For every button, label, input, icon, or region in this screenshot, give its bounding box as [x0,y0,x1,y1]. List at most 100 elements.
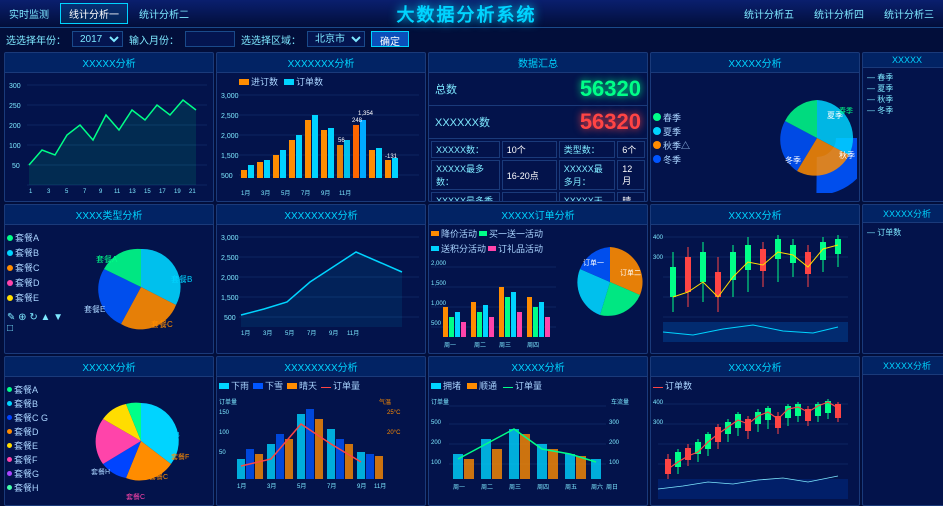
legend-orders-s: 订单数 [653,379,692,392]
tab-stat4[interactable]: 统计分析四 [805,3,873,24]
svg-text:2,000: 2,000 [221,275,239,282]
svg-text:秋季: 秋季 [839,150,855,160]
year-select[interactable]: 2017 [72,31,123,47]
svg-text:套餐B: 套餐B [171,274,192,284]
meal-pie-svg: 套餐A 套餐B 套餐C 套餐E [66,227,211,347]
table-row: XXXXX最多数：16-20点 XXXXX最多月：12月 [431,160,645,190]
svg-text:300: 300 [609,420,620,426]
panel-stock: XXXXX分析 订单数 400 300 [650,356,860,506]
svg-text:5: 5 [65,189,69,195]
panel-transport-title: XXXXX分析 [429,357,647,377]
panel-stock-title: XXXXX分析 [651,357,859,377]
main-grid: XXXXX分析 300 250 200 100 50 1 3 5 7 [0,50,943,500]
svg-text:套餐B: 套餐B [161,430,180,439]
svg-text:250: 250 [9,103,21,110]
svg-text:春季: 春季 [839,106,853,115]
panel-transport-content: 拥堵 顺通 订单量 订单量 车流量 500 200 100 300 200 10… [429,377,647,506]
panel-small2-title: XXXXX分析 [863,205,943,223]
svg-text:1月: 1月 [241,330,250,337]
svg-text:2,000: 2,000 [221,133,239,140]
svg-text:500: 500 [224,315,236,322]
panel-stock-content: 订单数 400 300 [651,377,859,506]
panel-line2-content: 3,000 2,500 2,000 1,500 500 1月 3月 5月 7月 … [217,225,425,354]
line2-svg: 3,000 2,500 2,000 1,500 500 1月 3月 5月 7月 … [219,227,419,347]
tab-stat2[interactable]: 统计分析二 [130,3,198,24]
panel-pie-title: XXXXX分析 [651,53,859,73]
panel-data-summary: 数据汇总 总数 56320 XXXXXX数 56320 XXXXX数：10个 类… [428,52,648,202]
panel-line2-title: XXXXXXXX分析 [217,205,425,225]
legend-promo1: 降价活动 [431,227,477,240]
region-select[interactable]: 北京市 [307,31,365,47]
legend-singles: 订单数 [284,75,323,88]
svg-text:500: 500 [221,173,233,180]
svg-text:500: 500 [431,321,442,327]
legend-g: 套餐G [7,467,71,480]
meal-legend: 套餐A 套餐B 套餐C 套餐D 套餐E ✎ ⊕ ↻ ▲ ▼ □ [7,227,66,353]
legend-summer: 夏季 [653,125,767,138]
svg-text:5月: 5月 [297,483,306,490]
svg-text:9月: 9月 [357,483,366,490]
month-input[interactable] [185,31,235,47]
svg-text:11月: 11月 [374,483,386,490]
legend-promo2: 买一送一活动 [479,227,543,240]
svg-text:周日: 周日 [606,484,618,491]
svg-text:1,500: 1,500 [221,153,239,160]
nav-right: 统计分析五 统计分析四 统计分析三 [735,3,943,24]
svg-text:200: 200 [609,440,620,446]
table-row: XXXXX最多季节：XXXX XXXXX天气：晴天 [431,192,645,202]
panel-multi-pie-content: 套餐A 套餐B 套餐C G 套餐D 套餐E 套餐F 套餐G 套餐H [5,377,213,506]
svg-text:400: 400 [653,235,664,241]
tab-realtime[interactable]: 实时监测 [0,3,58,24]
svg-text:25°C: 25°C [387,410,401,416]
transport-svg: 订单量 车流量 500 200 100 300 200 100 [431,394,641,499]
svg-text:3,000: 3,000 [221,93,239,100]
tab-line1[interactable]: 线计分析一 [60,3,128,24]
tab-stat5[interactable]: 统计分析五 [735,3,803,24]
summary-table: XXXXX数：10个 类型数：6个 XXXXX最多数：16-20点 XXXXX最… [429,139,647,202]
svg-text:400: 400 [653,400,664,406]
svg-text:1,500: 1,500 [221,295,239,302]
confirm-button[interactable]: 确定 [371,31,409,47]
svg-text:3,000: 3,000 [221,235,239,242]
legend-promo3: 送积分活动 [431,242,486,255]
legend-c: 套餐C G [7,411,71,424]
svg-text:周四: 周四 [527,342,539,349]
legend-smooth: 顺通 [467,379,497,392]
panel-order-title: XXXXX订单分析 [429,205,647,225]
svg-text:5月: 5月 [281,190,290,197]
month-label: 输入月份： [129,32,179,47]
svg-text:周二: 周二 [474,342,486,349]
svg-text:套餐C: 套餐C [149,472,168,481]
order-bar-svg: 2,000 1,500 1,000 500 [431,257,556,354]
nav-left: 实时监测 线计分析一 统计分析二 [0,3,198,24]
legend-b: 套餐B [7,397,71,410]
season-legend: 春季 夏季 秋季△ 冬季 [653,111,767,166]
svg-text:周二: 周二 [481,484,493,491]
svg-text:100: 100 [9,143,21,150]
svg-text:订单量: 订单量 [431,398,449,406]
meal-pie-container: 套餐A 套餐B 套餐C 套餐E [66,227,211,353]
legend-snow: 下雪 [253,379,283,392]
panel-summary-title: 数据汇总 [429,53,647,73]
svg-text:2,000: 2,000 [431,261,447,267]
legend-rain: 下雨 [219,379,249,392]
svg-text:11月: 11月 [347,330,359,337]
panel-bar-chart: XXXXXXX分析 进订数 订单数 3,000 2,500 2,000 1,50… [216,52,426,202]
svg-text:5月: 5月 [285,330,294,337]
tab-stat3[interactable]: 统计分析三 [875,3,943,24]
table-row: XXXXX数：10个 类型数：6个 [431,141,645,158]
panel-line2: XXXXXXXX分析 3,000 2,500 2,000 1,500 500 1… [216,204,426,354]
panel-meal-title: XXXX类型分析 [5,205,213,225]
svg-text:车流量: 车流量 [611,398,629,406]
svg-text:3月: 3月 [261,190,270,197]
order-pie-svg: 订单一 订单二 [575,227,645,347]
svg-text:-131: -131 [385,154,398,160]
panel-small3: XXXXX分析 [862,356,943,506]
legend-meal-e: 套餐E [7,291,66,304]
svg-text:冬季: 冬季 [785,155,801,165]
svg-text:2,500: 2,500 [221,255,239,262]
svg-text:50: 50 [219,450,226,456]
svg-text:200: 200 [431,440,442,446]
svg-text:1月: 1月 [241,190,250,197]
panel-small1-content: — 春季 — 夏季 — 秋季 — 冬季 [863,68,943,120]
